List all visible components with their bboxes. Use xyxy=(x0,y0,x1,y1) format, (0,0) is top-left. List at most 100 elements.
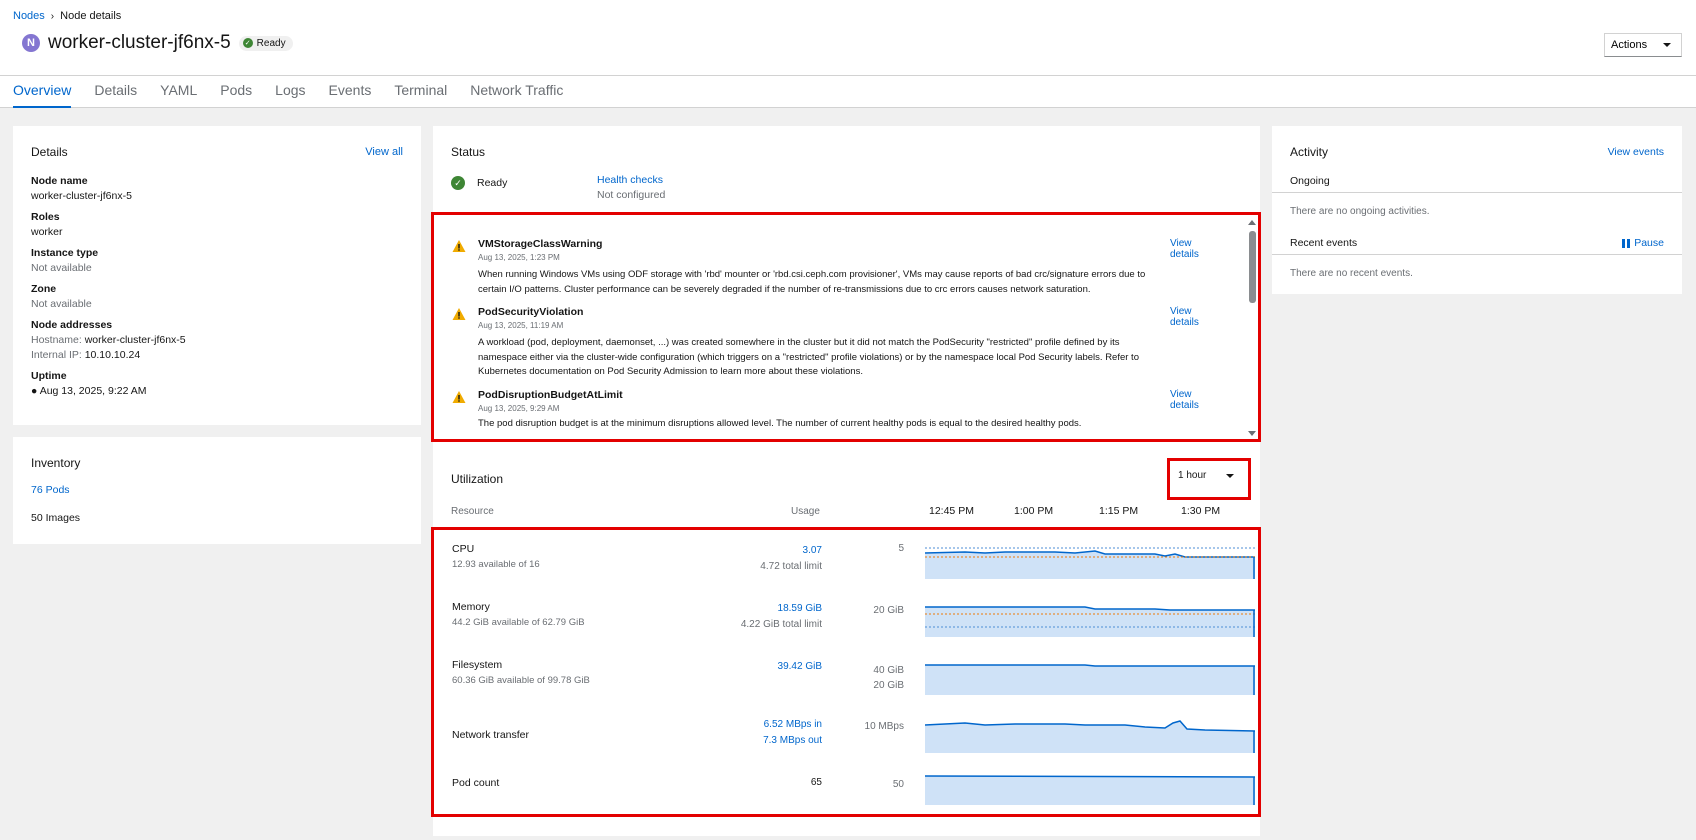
scroll-up-icon[interactable] xyxy=(1248,220,1256,225)
details-card: Details View all Node name worker-cluste… xyxy=(13,126,421,425)
alerts-list: VMStorageClassWarning Aug 13, 2025, 1:23… xyxy=(431,212,1261,442)
alert-name: PodDisruptionBudgetAtLimit xyxy=(478,389,623,401)
time-range-value: 1 hour xyxy=(1178,470,1207,481)
tab-logs[interactable]: Logs xyxy=(275,76,305,108)
details-list: Node name worker-cluster-jf6nx-5 Roles w… xyxy=(31,174,186,399)
check-circle-icon: ✓ xyxy=(451,176,465,190)
utilization-row-memory: Memory 44.2 GiB available of 62.79 GiB 1… xyxy=(452,601,1255,651)
divider xyxy=(1272,254,1682,255)
network-out-link[interactable]: 7.3 MBps out xyxy=(763,733,822,749)
tab-details[interactable]: Details xyxy=(94,76,137,108)
internal-ip-label: Internal IP: xyxy=(31,349,82,361)
inventory-pods-link[interactable]: 76 Pods xyxy=(31,484,70,496)
usage-link[interactable]: 39.42 GiB xyxy=(778,659,822,675)
resource-name: Filesystem xyxy=(452,659,503,671)
network-in-link[interactable]: 6.52 MBps in xyxy=(763,717,822,733)
view-details-link[interactable]: View details xyxy=(1170,389,1212,411)
breadcrumb: Nodes › Node details xyxy=(13,10,121,22)
axis-label: 5 xyxy=(898,543,904,554)
tab-bar: Overview Details YAML Pods Logs Events T… xyxy=(0,76,1696,108)
status-badge-label: Ready xyxy=(256,37,286,49)
alert-item: VMStorageClassWarning Aug 13, 2025, 1:23… xyxy=(452,238,1212,308)
hostname-label: Hostname: xyxy=(31,334,82,346)
actions-dropdown[interactable]: Actions xyxy=(1604,33,1682,57)
time-tick: 12:45 PM xyxy=(929,505,974,517)
node-addresses-label: Node addresses xyxy=(31,319,113,331)
uptime-value: Aug 13, 2025, 9:22 AM xyxy=(39,385,147,397)
network-transfer-chart[interactable] xyxy=(925,717,1255,753)
tab-yaml[interactable]: YAML xyxy=(160,76,197,108)
view-details-link[interactable]: View details xyxy=(1170,238,1212,260)
alert-name: VMStorageClassWarning xyxy=(478,238,603,250)
utilization-title: Utilization xyxy=(451,472,504,486)
breadcrumb-nodes-link[interactable]: Nodes xyxy=(13,10,45,22)
alert-time: Aug 13, 2025, 9:29 AM xyxy=(478,404,560,413)
tab-network-traffic[interactable]: Network Traffic xyxy=(470,76,563,108)
time-range-dropdown[interactable]: 1 hour xyxy=(1167,458,1251,500)
resource-available: 12.93 available of 16 xyxy=(452,559,540,570)
instance-type-label: Instance type xyxy=(31,247,99,259)
caret-down-icon xyxy=(1663,43,1671,47)
node-resource-badge: N xyxy=(22,34,40,52)
globe-icon: ● xyxy=(31,385,38,397)
title-row: N worker-cluster-jf6nx-5 ✓ Ready xyxy=(22,32,293,54)
pause-button[interactable]: Pause xyxy=(1622,237,1664,249)
node-name-value: worker-cluster-jf6nx-5 xyxy=(31,190,132,202)
tab-overview[interactable]: Overview xyxy=(13,76,72,108)
time-tick: 1:00 PM xyxy=(1014,505,1054,517)
alert-description: The pod disruption budget is at the mini… xyxy=(478,418,1082,429)
internal-ip-row: Internal IP: 10.10.10.24 xyxy=(31,348,186,363)
tab-events[interactable]: Events xyxy=(329,76,372,108)
pod-count-value: 65 xyxy=(810,777,822,788)
divider xyxy=(1272,192,1682,193)
inventory-title: Inventory xyxy=(31,456,81,470)
node-status: ✓ Ready xyxy=(451,176,507,190)
alerts-scrollbar[interactable] xyxy=(1246,215,1258,439)
resource-available: 60.36 GiB available of 99.78 GiB xyxy=(452,675,590,686)
status-badge: ✓ Ready xyxy=(238,35,293,51)
tab-terminal[interactable]: Terminal xyxy=(394,76,447,108)
scroll-thumb[interactable] xyxy=(1249,231,1256,303)
alert-description: A workload (pod, deployment, daemonset, … xyxy=(478,337,1139,377)
time-range-toggle[interactable]: 1 hour xyxy=(1178,470,1235,481)
inventory-card: Inventory 76 Pods 50 Images xyxy=(13,437,421,544)
axis-label: 40 GiB xyxy=(873,665,904,676)
health-checks-link[interactable]: Health checks xyxy=(597,174,663,186)
zone-value: Not available xyxy=(31,298,92,310)
tab-pods[interactable]: Pods xyxy=(220,76,252,108)
uptime-row: ● Aug 13, 2025, 9:22 AM xyxy=(31,384,186,399)
details-title: Details xyxy=(31,145,68,159)
internal-ip-value: 10.10.10.24 xyxy=(84,349,141,361)
warning-triangle-icon xyxy=(452,391,466,403)
instance-type-value: Not available xyxy=(31,262,92,274)
usage-limit: 4.72 total limit xyxy=(760,561,822,572)
alert-item: PodSecurityViolation Aug 13, 2025, 11:19… xyxy=(452,306,1212,386)
axis-label: 20 GiB xyxy=(873,680,904,691)
usage-limit: 4.22 GiB total limit xyxy=(740,619,822,630)
cpu-usage-chart[interactable] xyxy=(925,543,1255,579)
memory-usage-chart[interactable] xyxy=(925,601,1255,637)
filesystem-usage-chart[interactable] xyxy=(925,659,1255,695)
caret-down-icon xyxy=(1226,473,1235,478)
view-details-link[interactable]: View details xyxy=(1170,306,1212,328)
breadcrumb-current: Node details xyxy=(60,10,122,22)
scroll-down-icon[interactable] xyxy=(1248,431,1256,436)
alert-name: PodSecurityViolation xyxy=(478,306,584,318)
roles-value: worker xyxy=(31,226,63,238)
node-status-label: Ready xyxy=(477,177,508,189)
resource-name: Memory xyxy=(452,601,490,613)
status-card: Status ✓ Ready Health checks Not configu… xyxy=(431,126,1261,836)
page-header: Nodes › Node details N worker-cluster-jf… xyxy=(0,0,1696,76)
view-all-link[interactable]: View all xyxy=(365,146,403,158)
page-title: worker-cluster-jf6nx-5 xyxy=(48,32,231,53)
resource-usage: 18.59 GiB 4.22 GiB total limit xyxy=(741,601,822,633)
pause-label: Pause xyxy=(1634,237,1664,249)
usage-link[interactable]: 18.59 GiB xyxy=(741,601,822,617)
roles-label: Roles xyxy=(31,211,60,223)
inventory-images: 50 Images xyxy=(31,512,81,524)
usage-link[interactable]: 3.07 xyxy=(760,543,822,559)
zone-label: Zone xyxy=(31,283,57,295)
recent-events-heading: Recent events xyxy=(1290,237,1358,249)
pod-count-chart[interactable] xyxy=(925,775,1255,805)
view-events-link[interactable]: View events xyxy=(1608,146,1664,158)
